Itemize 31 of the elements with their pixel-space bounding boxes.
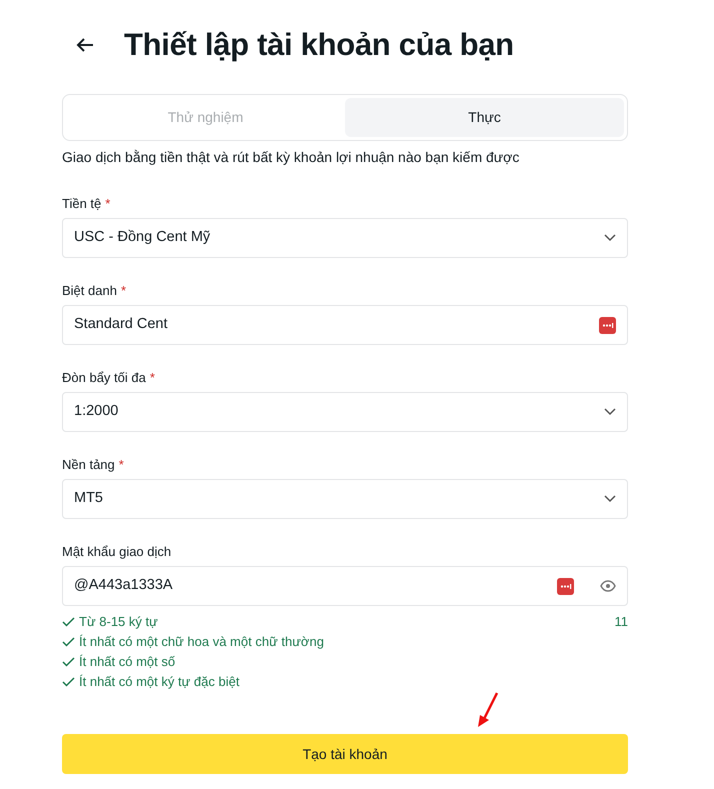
required-mark: * — [105, 195, 110, 214]
eye-icon[interactable] — [600, 580, 616, 592]
dropdown[interactable]: MT5 — [62, 479, 628, 520]
dropdown[interactable]: USC - Đồng Cent Mỹ — [62, 218, 628, 258]
character-count: 11 — [614, 613, 628, 632]
create-account-button[interactable]: Tạo tài khoản — [62, 734, 628, 774]
required-mark: * — [118, 456, 124, 474]
tab[interactable]: Thực — [345, 98, 624, 138]
chevron-down-icon — [604, 234, 616, 242]
rule-text: Ít nhất có một số — [79, 653, 176, 672]
description-text: Giao dịch bằng tiền thật và rút bất kỳ khoản lợi nhuận nào bạn kiếm được — [62, 148, 520, 168]
rule-text: Từ 8-15 ký tự — [79, 613, 158, 632]
field-label: Nền tảng — [62, 456, 115, 474]
field-label: Mật khẩu giao dịch — [62, 543, 172, 562]
back-icon[interactable] — [76, 36, 94, 53]
password-manager-icon[interactable] — [557, 578, 574, 595]
rule-text: Ít nhất có một ký tự đặc biệt — [79, 673, 240, 692]
required-mark: * — [150, 369, 155, 388]
rule-text: Ít nhất có một chữ hoa và một chữ thường — [79, 633, 324, 652]
page-title: Thiết lập tài khoản của bạn — [124, 26, 514, 64]
dropdown[interactable]: 1:2000 — [62, 392, 628, 432]
input-field[interactable]: @A443a1333A — [62, 566, 628, 606]
password-manager-icon[interactable] — [599, 316, 616, 334]
field-label: Đòn bẩy tối đa — [62, 369, 146, 388]
input-field[interactable]: Standard Cent — [62, 305, 628, 346]
field-label: Biệt danh — [62, 282, 117, 300]
required-mark: * — [120, 282, 126, 300]
chevron-down-icon — [604, 495, 616, 504]
chevron-down-icon — [604, 408, 616, 416]
annotation-arrow — [476, 691, 500, 729]
field-label: Tiền tệ — [62, 195, 102, 214]
